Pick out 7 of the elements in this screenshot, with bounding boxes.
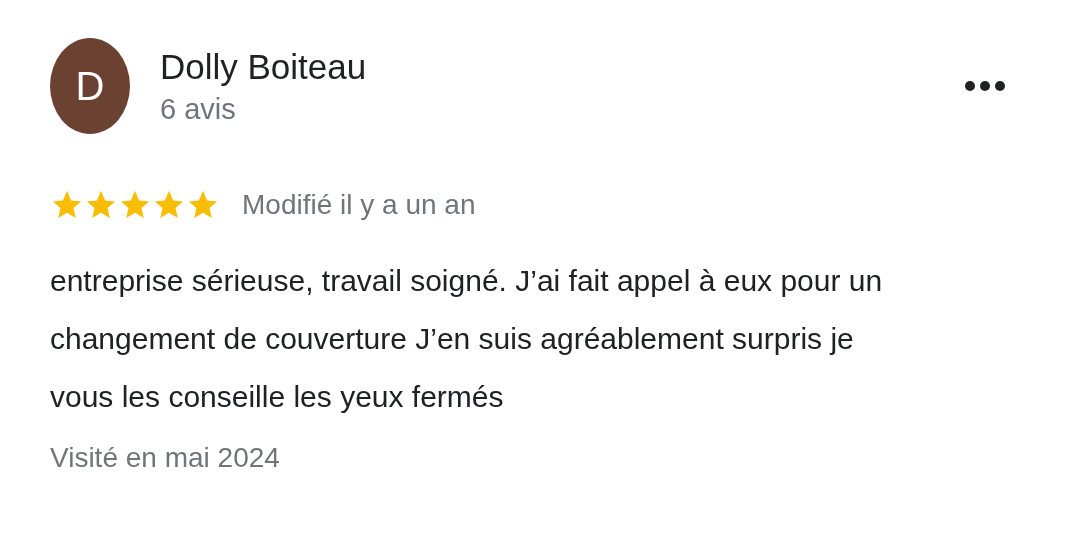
visit-date: Visité en mai 2024 [50, 442, 281, 474]
review-text: entreprise sérieuse, travail soigné. J’ai fait appel à eux pour un changement de couverture J’en suis agréablement surpris je vous les conseille les yeux fermés [50, 263, 884, 415]
review-count: 6 avis [160, 92, 237, 126]
more-icon [964, 80, 1006, 92]
avatar: D [50, 38, 130, 134]
reviewer-name: Dolly Boiteau [160, 46, 368, 87]
review-date: Modifié il y a un an [242, 189, 476, 221]
